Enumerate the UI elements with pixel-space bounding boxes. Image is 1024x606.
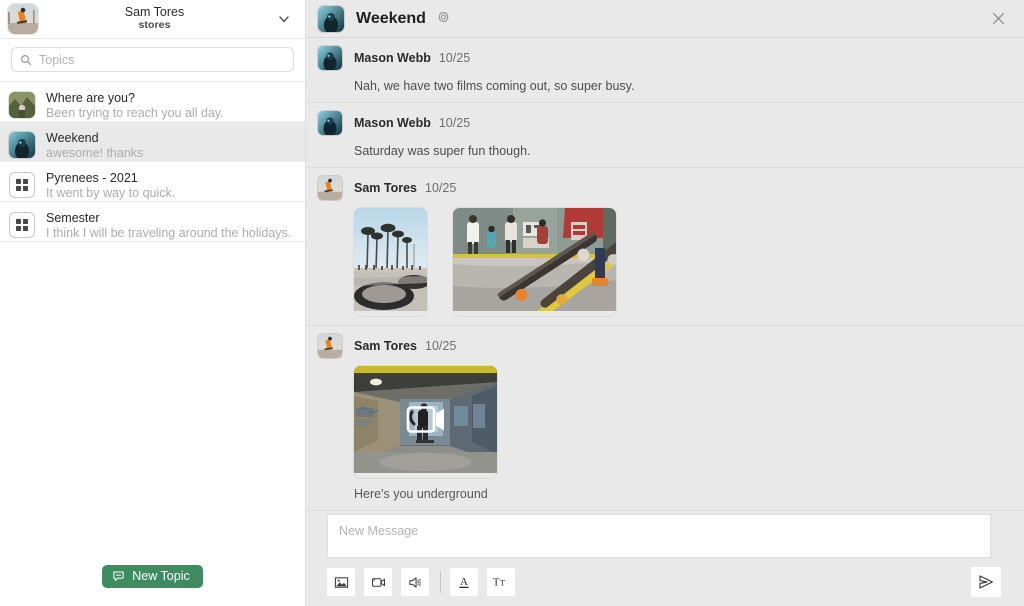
image-icon [334, 575, 349, 590]
new-message-box[interactable] [327, 514, 991, 558]
message-row: Mason Webb 10/25 awesome! thanks [306, 511, 1024, 514]
team-subtitle: stores [38, 20, 271, 32]
message-header: Mason Webb 10/25 [318, 46, 1010, 70]
message-media [354, 366, 1010, 478]
close-icon [991, 11, 1006, 26]
message-text: Nah, we have two films coming out, so su… [354, 79, 1010, 93]
avatar [318, 46, 342, 70]
topic-item-weekend[interactable]: Weekend awesome! thanks [0, 122, 305, 162]
grid-icon [9, 172, 35, 198]
topic-preview: It went by way to quick. [46, 186, 295, 201]
svg-text:A: A [460, 576, 468, 588]
svg-text:T: T [500, 579, 505, 588]
search-box[interactable] [11, 47, 294, 72]
topic-thumbnail [9, 132, 35, 158]
search-icon [20, 54, 32, 66]
topic-title: Semester [46, 211, 295, 226]
team-title-block: Sam Tores stores [38, 6, 271, 31]
video-camera-icon [371, 575, 386, 590]
chat-title: Weekend [356, 10, 426, 28]
svg-text:T: T [493, 577, 500, 589]
message-header: Sam Tores 10/25 [318, 334, 1010, 358]
chat-bubble-icon [112, 570, 125, 583]
message-row: Sam Tores 10/25 [306, 168, 1024, 326]
send-icon [977, 573, 995, 591]
topic-text: Weekend awesome! thanks [46, 131, 295, 161]
topic-title: Weekend [46, 131, 295, 146]
photo-skaters-bowl[interactable] [453, 208, 616, 316]
topic-title: Where are you? [46, 91, 295, 106]
message-header: Sam Tores 10/25 [318, 176, 1010, 200]
message-media [354, 208, 1010, 316]
message-author: Mason Webb [354, 51, 431, 65]
avatar [318, 176, 342, 200]
topic-text: Pyrenees - 2021 It went by way to quick. [46, 171, 295, 201]
chat-panel: Weekend [306, 0, 1024, 606]
chat-settings-button[interactable] [436, 11, 451, 26]
text-format-button[interactable]: T T [487, 568, 515, 596]
message-date: 10/25 [439, 116, 470, 130]
team-avatar[interactable] [8, 4, 38, 34]
team-name: Sam Tores [38, 6, 271, 20]
new-topic-button[interactable]: New Topic [102, 565, 202, 588]
message-text: Saturday was super fun though. [354, 144, 1010, 158]
message-author: Mason Webb [354, 116, 431, 130]
topic-text: Semester I think I will be traveling aro… [46, 211, 295, 241]
grid-icon [9, 212, 35, 238]
diver-photo-avatar [318, 6, 344, 32]
app-root: Sam Tores stores [0, 0, 1024, 606]
text-color-button[interactable]: A [450, 568, 478, 596]
topic-preview: awesome! thanks [46, 146, 295, 161]
skater-photo-avatar [8, 4, 38, 34]
avatar [318, 334, 342, 358]
tt-icon: T T [492, 574, 510, 590]
topic-title: Pyrenees - 2021 [46, 171, 295, 186]
composer: A T T [306, 514, 1024, 606]
photo-palms-skatepark[interactable] [354, 208, 427, 316]
insert-audio-button[interactable] [401, 568, 429, 596]
speaker-icon [408, 575, 423, 590]
message-row: Sam Tores 10/25 [306, 326, 1024, 511]
search-input[interactable] [39, 53, 285, 67]
underlined-a-icon: A [456, 574, 472, 590]
chevron-down-icon [277, 12, 291, 26]
sidebar-header: Sam Tores stores [0, 0, 305, 39]
close-chat-button[interactable] [987, 7, 1010, 30]
sidebar: Sam Tores stores [0, 0, 306, 606]
message-header: Mason Webb 10/25 [318, 111, 1010, 135]
topic-item-semester[interactable]: Semester I think I will be traveling aro… [0, 202, 305, 242]
message-row: Mason Webb 10/25 Saturday was super fun … [306, 103, 1024, 168]
topic-thumbnail [9, 92, 35, 118]
chat-header: Weekend [306, 0, 1024, 38]
message-author: Sam Tores [354, 181, 417, 195]
gear-icon [436, 11, 451, 26]
message-date: 10/25 [439, 51, 470, 65]
topic-preview: I think I will be traveling around the h… [46, 226, 295, 241]
toolbar-divider [440, 571, 441, 593]
team-dropdown-button[interactable] [271, 6, 297, 32]
video-thumbnail [354, 366, 497, 478]
insert-video-button[interactable] [364, 568, 392, 596]
new-topic-label: New Topic [132, 569, 189, 583]
message-caption: Here's you underground [354, 487, 1010, 501]
topic-preview: Been trying to reach you all day. [46, 106, 295, 121]
avatar [318, 111, 342, 135]
sidebar-footer: New Topic [0, 546, 305, 606]
message-list: Mason Webb 10/25 Nah, we have two films … [306, 38, 1024, 514]
message-date: 10/25 [425, 181, 456, 195]
search-container [0, 39, 305, 81]
message-author: Sam Tores [354, 339, 417, 353]
message-row: Mason Webb 10/25 Nah, we have two films … [306, 38, 1024, 103]
topic-text: Where are you? Been trying to reach you … [46, 91, 295, 121]
send-message-button[interactable] [971, 567, 1001, 597]
chat-avatar [318, 6, 344, 32]
video-underpass-skater[interactable] [354, 366, 497, 478]
new-message-input[interactable] [339, 524, 979, 538]
topic-item-pyrenees-2021[interactable]: Pyrenees - 2021 It went by way to quick. [0, 162, 305, 202]
topic-list: Where are you? Been trying to reach you … [0, 81, 305, 546]
message-date: 10/25 [425, 339, 456, 353]
composer-toolbar: A T T [318, 558, 1010, 606]
insert-image-button[interactable] [327, 568, 355, 596]
topic-item-where-are-you[interactable]: Where are you? Been trying to reach you … [0, 82, 305, 122]
